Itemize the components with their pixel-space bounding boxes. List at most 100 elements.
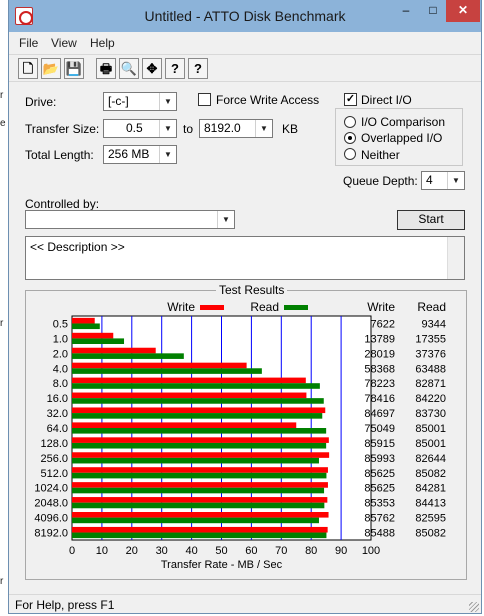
chevron-down-icon: ▼ <box>255 120 272 137</box>
x-tick-label: 30 <box>156 545 168 557</box>
neither-label: Neither <box>361 148 400 162</box>
maximize-button[interactable]: □ <box>420 0 446 22</box>
menu-file[interactable]: File <box>19 36 38 50</box>
y-tick-label: 256.0 <box>40 453 68 465</box>
read-value-label: 82871 <box>415 378 446 390</box>
save-icon[interactable]: 💾 <box>64 58 84 79</box>
x-tick-label: 90 <box>335 545 347 557</box>
read-bar <box>72 413 323 419</box>
transfer-size-from-select[interactable]: 0.5 ▼ <box>103 119 177 138</box>
y-tick-label: 16.0 <box>47 393 68 405</box>
write-bar <box>72 512 329 518</box>
queue-depth-select[interactable]: 4 ▼ <box>421 171 465 190</box>
write-bar <box>72 407 326 414</box>
read-bar <box>72 398 324 404</box>
read-bar <box>72 517 319 524</box>
read-bar <box>72 368 262 374</box>
x-tick-label: 80 <box>305 545 317 557</box>
y-tick-label: 512.0 <box>40 468 68 480</box>
resize-grip[interactable] <box>469 602 479 612</box>
y-tick-label: 4096.0 <box>34 513 68 525</box>
y-tick-label: 8192.0 <box>34 528 68 540</box>
read-value-label: 85001 <box>415 423 446 435</box>
description-box[interactable]: << Description >> <box>25 236 465 280</box>
read-value-label: 37376 <box>415 348 446 360</box>
test-results-group: Test Results 0 10 20 30 40 50 60 70 80 90 100 Trans… <box>25 283 467 580</box>
read-bar <box>72 457 319 464</box>
read-value-label: 84220 <box>415 393 446 405</box>
new-document-icon[interactable]: 🗋 <box>18 58 38 79</box>
queue-depth-label: Queue Depth: <box>343 174 418 188</box>
description-text: << Description >> <box>30 240 125 254</box>
y-tick-label: 1024.0 <box>34 483 68 495</box>
y-tick-label: 64.0 <box>47 423 68 435</box>
status-bar: For Help, press F1 <box>9 594 481 614</box>
direct-io-checkbox[interactable]: ✓ <box>344 93 357 106</box>
y-tick-label: 128.0 <box>40 438 68 450</box>
total-length-value: 256 MB <box>108 147 150 161</box>
force-write-checkbox[interactable] <box>198 93 211 106</box>
x-tick-label: 20 <box>126 545 138 557</box>
write-bar <box>72 452 330 458</box>
read-value-label: 17355 <box>415 333 446 345</box>
write-value-label: 85625 <box>364 468 395 480</box>
legend-write-swatch <box>200 305 224 310</box>
description-scrollbar[interactable] <box>447 237 464 279</box>
x-tick-label: 10 <box>96 545 108 557</box>
controlled-by-select[interactable]: ▼ <box>25 210 235 229</box>
queue-depth-value: 4 <box>426 173 433 187</box>
chevron-down-icon: ▼ <box>217 211 234 228</box>
read-bar <box>72 502 325 509</box>
legend-write-label: Write <box>167 300 195 314</box>
y-tick-label: 1.0 <box>53 333 68 345</box>
transfer-size-to-select[interactable]: 8192.0 ▼ <box>199 119 273 138</box>
write-bar <box>72 332 114 339</box>
y-tick-label: 8.0 <box>53 378 68 390</box>
write-bar <box>72 437 329 443</box>
write-bar <box>72 526 328 533</box>
print-icon[interactable]: 🖶 <box>96 58 116 79</box>
write-bar <box>72 497 328 503</box>
open-folder-icon[interactable]: 📂 <box>41 58 61 79</box>
app-window: Untitled - ATTO Disk Benchmark – □ ✕ Fil… <box>8 0 482 614</box>
title-bar[interactable]: Untitled - ATTO Disk Benchmark – □ ✕ <box>9 0 481 32</box>
help-icon[interactable]: ? <box>165 58 185 79</box>
total-length-select[interactable]: 256 MB ▼ <box>103 145 177 164</box>
write-value-label: 78416 <box>364 393 395 405</box>
menu-help[interactable]: Help <box>90 36 115 50</box>
write-value-label: 85488 <box>364 528 395 540</box>
write-value-label: 13789 <box>364 333 395 345</box>
x-tick-label: 60 <box>245 545 257 557</box>
io-comparison-radio[interactable] <box>344 116 356 128</box>
write-value-label: 28019 <box>364 348 395 360</box>
write-bar <box>72 392 307 399</box>
drive-label: Drive: <box>25 95 57 109</box>
print-preview-icon[interactable]: 🔍 <box>119 58 139 79</box>
total-length-label: Total Length: <box>25 148 94 162</box>
transfer-size-to-value: 8192.0 <box>204 121 241 135</box>
neither-radio[interactable] <box>344 148 356 160</box>
read-bar <box>72 532 327 539</box>
move-icon[interactable]: ✥ <box>142 58 162 79</box>
write-bar <box>72 482 328 488</box>
write-value-label: 78223 <box>364 378 395 390</box>
x-tick-label: 100 <box>362 545 380 557</box>
start-button[interactable]: Start <box>397 210 465 230</box>
chevron-down-icon: ▼ <box>159 146 176 163</box>
close-button[interactable]: ✕ <box>446 0 480 22</box>
write-value-label: 85353 <box>364 498 395 510</box>
transfer-rate-chart: 0 10 20 30 40 50 60 70 80 90 100 Transfer Rate - MB… <box>34 300 446 571</box>
read-column-header: Read <box>417 300 446 314</box>
to-label: to <box>183 122 194 136</box>
write-bar <box>72 317 95 324</box>
x-tick-label: 70 <box>275 545 287 557</box>
overlapped-io-radio[interactable] <box>344 132 356 144</box>
write-bar <box>72 347 156 354</box>
drive-select[interactable]: [-c-] ▼ <box>103 92 177 111</box>
read-value-label: 85001 <box>415 438 446 450</box>
context-help-icon[interactable]: ? <box>188 58 208 79</box>
x-tick-label: 40 <box>185 545 197 557</box>
x-tick-label: 50 <box>215 545 227 557</box>
minimize-button[interactable]: – <box>392 0 420 22</box>
menu-view[interactable]: View <box>51 36 77 50</box>
